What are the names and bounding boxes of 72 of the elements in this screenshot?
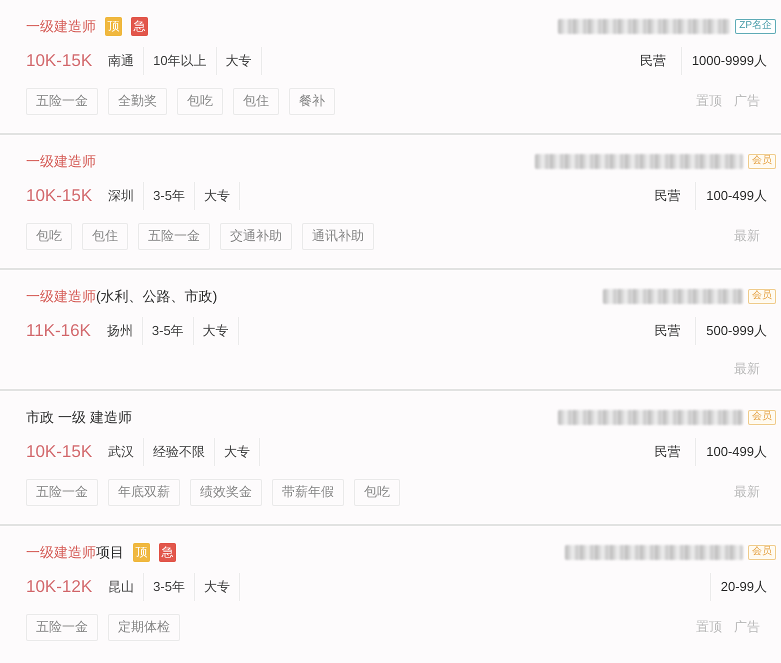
company-type: 民营 (654, 322, 682, 340)
salary: 10K-15K (26, 185, 92, 208)
listing-label: 置顶 (696, 618, 722, 636)
blurred-company-name[interactable] (565, 544, 743, 560)
benefit-tag: 包吃 (177, 88, 223, 114)
benefit-tag: 餐补 (289, 88, 335, 114)
job-title[interactable]: 一级建造师(水利、公路、市政) (26, 287, 218, 305)
salary: 10K-12K (26, 576, 92, 598)
job-requirement: 大专 (216, 47, 262, 75)
job-requirement: 大专 (194, 317, 239, 345)
job-title[interactable]: 一级建造师 (26, 17, 96, 35)
top-badge: 顶 (105, 16, 122, 36)
listing-label: 广告 (734, 92, 760, 110)
salary: 10K-15K (26, 441, 92, 464)
benefit-tag: 绩效奖金 (190, 478, 262, 506)
benefit-tag: 带薪年假 (272, 478, 344, 506)
salary: 10K-15K (26, 50, 92, 72)
benefit-tag: 包住 (82, 222, 128, 250)
benefit-tag: 年底双薪 (108, 478, 180, 506)
benefit-tag: 包吃 (354, 478, 400, 506)
job-requirement: 10年以上 (144, 47, 217, 75)
company-type: 民营 (654, 187, 682, 206)
company-type: 民营 (654, 443, 682, 462)
member-badge: 会员 (748, 544, 776, 560)
job-title[interactable]: 市政 一级 建造师 (26, 408, 132, 426)
listing-label: 最新 (734, 360, 760, 378)
blurred-company-name[interactable] (603, 288, 743, 304)
job-requirement: 经验不限 (144, 438, 216, 466)
job-requirement: 3-5年 (142, 317, 194, 345)
benefit-tag: 包吃 (26, 222, 72, 250)
listing-label: 最新 (734, 483, 760, 502)
company-size: 100-499人 (695, 182, 767, 210)
company-size: 20-99人 (710, 573, 767, 601)
blurred-company-name[interactable] (535, 154, 743, 168)
member-badge: 会员 (748, 154, 776, 168)
benefit-tag: 全勤奖 (108, 88, 167, 114)
blurred-company-name[interactable] (558, 18, 730, 34)
member-badge: 会员 (748, 410, 776, 424)
job-requirement: 扬州 (98, 317, 143, 345)
benefit-tag: 五险一金 (26, 478, 98, 506)
benefit-tag: 通讯补助 (302, 222, 374, 250)
famous-company-badge: ZP名企 (735, 18, 776, 34)
job-title[interactable]: 一级建造师 (26, 152, 96, 170)
member-badge: 会员 (748, 288, 776, 304)
salary: 11K-16K (26, 320, 91, 342)
benefit-tag: 五险一金 (138, 222, 210, 250)
job-requirement: 3-5年 (144, 573, 195, 601)
company-size: 100-499人 (695, 438, 767, 466)
benefit-tag: 交通补助 (220, 222, 292, 250)
job-title[interactable]: 一级建造师项目 (26, 543, 124, 561)
job-requirement: 南通 (99, 47, 144, 75)
listing-label: 广告 (734, 618, 760, 636)
benefit-tag: 定期体检 (108, 614, 180, 640)
job-requirement: 大专 (194, 182, 240, 210)
top-badge: 顶 (133, 542, 150, 562)
job-requirement: 大专 (194, 573, 240, 601)
benefit-tag: 五险一金 (26, 614, 98, 640)
company-size: 500-999人 (695, 317, 767, 345)
urgent-badge: 急 (131, 16, 148, 36)
job-requirement: 3-5年 (144, 182, 195, 210)
company-type: 民营 (640, 52, 667, 70)
benefit-tag: 五险一金 (26, 88, 98, 114)
urgent-badge: 急 (159, 542, 176, 562)
job-requirement: 昆山 (99, 573, 144, 601)
company-size: 1000-9999人 (680, 47, 767, 75)
job-requirement: 武汉 (99, 438, 144, 466)
blurred-company-name[interactable] (558, 410, 743, 424)
job-requirement: 深圳 (99, 182, 144, 210)
job-requirement: 大专 (215, 438, 260, 466)
benefit-tag: 包住 (233, 88, 279, 114)
listing-label: 置顶 (696, 92, 722, 110)
listing-label: 最新 (734, 227, 760, 246)
